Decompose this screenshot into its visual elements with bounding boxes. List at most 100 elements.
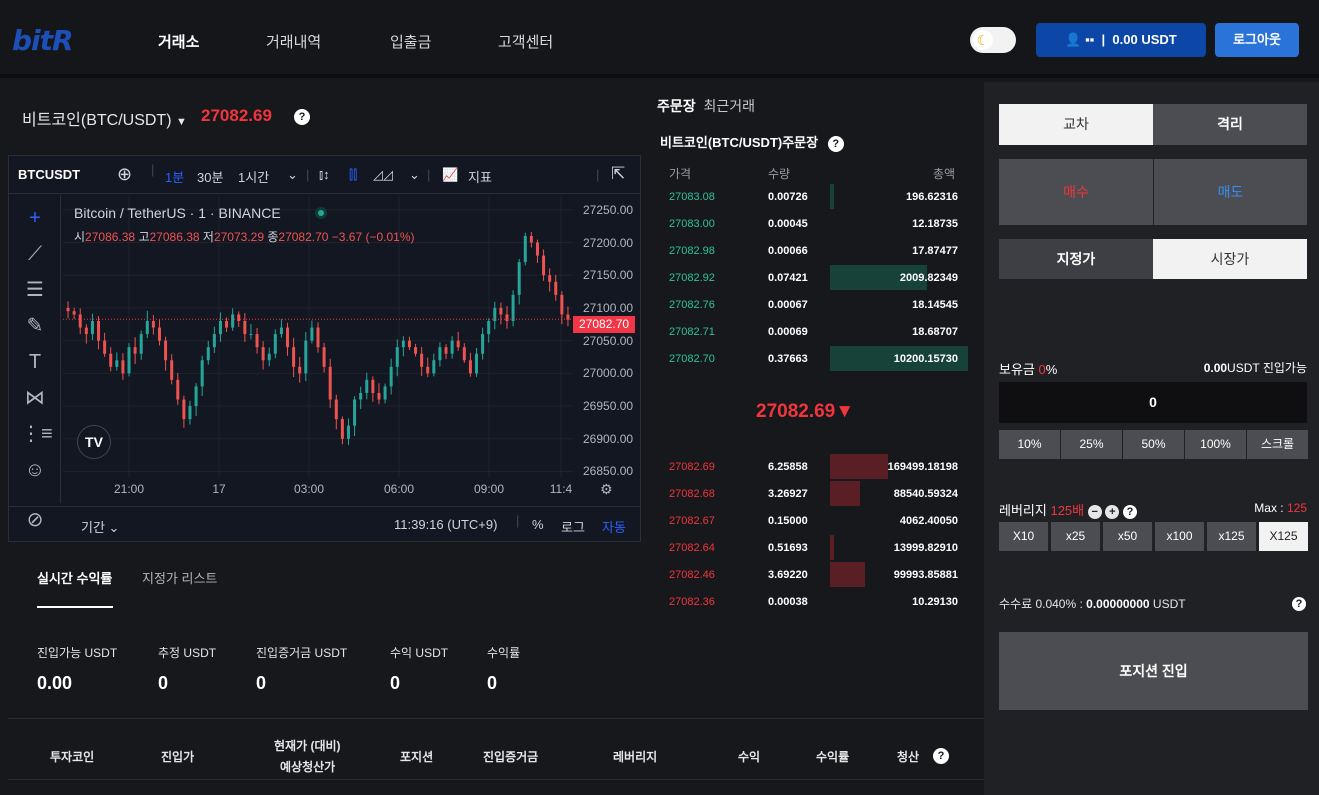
- sell-tab[interactable]: 매도: [1154, 159, 1307, 225]
- ask-price: 27082.71: [669, 326, 715, 338]
- chart-plot-area[interactable]: 21:00 17 03:00 06:00 09:00 11:4 Bitcoin / Tet…: [63, 195, 573, 503]
- margin-cross-button[interactable]: 교차: [999, 104, 1153, 145]
- auto-toggle[interactable]: 자동: [602, 517, 626, 536]
- candles-icon[interactable]: ⫿⫿: [349, 167, 357, 183]
- leverage-button[interactable]: x100: [1155, 522, 1204, 551]
- tab-limit-list[interactable]: 지정가 리스트: [142, 571, 217, 586]
- bar-chart-icon[interactable]: ⫾↕: [319, 167, 330, 183]
- account-button[interactable]: 👤 ▪▪ | 0.00 USDT: [1036, 23, 1206, 57]
- brush-icon[interactable]: ✎: [21, 313, 49, 339]
- pct-button[interactable]: 스크롤: [1247, 430, 1308, 459]
- ask-price: 27083.08: [669, 191, 715, 203]
- indicator-icon[interactable]: 📈: [442, 167, 458, 183]
- candle-body: [383, 386, 387, 400]
- ask-row[interactable]: 27082.92 0.07421 2009.82349: [660, 264, 968, 291]
- candle-body: [298, 366, 302, 374]
- chevron-down-icon[interactable]: ⌄: [287, 167, 298, 183]
- nav-exchange[interactable]: 거래소: [158, 31, 199, 52]
- leverage-button[interactable]: x50: [1103, 522, 1152, 551]
- tradingview-logo[interactable]: TV: [77, 425, 111, 459]
- candle-body: [450, 340, 454, 354]
- pct-button[interactable]: 25%: [1061, 430, 1122, 459]
- chart-symbol[interactable]: BTCUSDT: [18, 167, 80, 182]
- bid-price: 27082.36: [669, 596, 715, 608]
- percent-toggle[interactable]: %: [532, 517, 544, 532]
- tab-realtime-pnl[interactable]: 실시간 수익률: [37, 571, 112, 586]
- ask-row[interactable]: 27082.70 0.37663 10200.15730: [660, 345, 968, 372]
- help-icon[interactable]: ?: [827, 136, 844, 152]
- text-icon[interactable]: T: [21, 349, 49, 375]
- candle-body: [182, 399, 186, 420]
- pct-button[interactable]: 10%: [999, 430, 1060, 459]
- ask-row[interactable]: 27083.00 0.00045 12.18735: [660, 210, 968, 237]
- pct-button[interactable]: 50%: [1123, 430, 1184, 459]
- limit-order-tab[interactable]: 지정가: [999, 239, 1153, 279]
- leverage-button[interactable]: X10: [999, 522, 1048, 551]
- logout-button[interactable]: 로그아웃: [1215, 23, 1299, 57]
- help-icon[interactable]: ?: [933, 748, 949, 764]
- candle-body: [103, 340, 107, 354]
- help-icon[interactable]: ?: [1123, 504, 1137, 519]
- indicator-button[interactable]: 지표: [468, 167, 492, 186]
- help-icon[interactable]: ?: [1292, 597, 1306, 611]
- bid-row[interactable]: 27082.69 6.25858 169499.18198: [660, 453, 968, 480]
- logo[interactable]: bitR: [12, 24, 74, 57]
- range-selector[interactable]: 기간 ⌄: [81, 517, 119, 536]
- leverage-button[interactable]: X125: [1259, 522, 1308, 551]
- leverage-button[interactable]: x125: [1207, 522, 1256, 551]
- pattern-icon[interactable]: ⋈: [21, 385, 49, 411]
- candle-body: [426, 366, 430, 374]
- buy-tab[interactable]: 매수: [999, 159, 1153, 225]
- amount-input[interactable]: 0: [999, 382, 1307, 423]
- prediction-icon[interactable]: ⋮≡: [21, 421, 53, 447]
- ask-row[interactable]: 27083.08 0.00726 196.62316: [660, 183, 968, 210]
- bid-row[interactable]: 27082.36 0.00038 10.29130: [660, 588, 968, 615]
- add-symbol-icon[interactable]: ⊕: [117, 164, 132, 185]
- plus-icon[interactable]: +: [1105, 504, 1120, 519]
- candle-body: [438, 347, 442, 361]
- ask-row[interactable]: 27082.76 0.00067 18.14545: [660, 291, 968, 318]
- minus-icon[interactable]: −: [1087, 504, 1102, 519]
- trendline-icon[interactable]: ⟋: [21, 241, 49, 267]
- nav-customer-center[interactable]: 고객센터: [498, 31, 553, 52]
- ask-row[interactable]: 27082.71 0.00069 18.68707: [660, 318, 968, 345]
- candle-body: [359, 392, 363, 400]
- market-order-tab[interactable]: 시장가: [1153, 239, 1307, 279]
- interval-30m[interactable]: 30분: [197, 167, 223, 186]
- bid-row[interactable]: 27082.67 0.15000 4062.40050: [660, 507, 968, 534]
- fib-icon[interactable]: ☰: [21, 277, 49, 303]
- area-chart-icon[interactable]: ◿◿: [373, 167, 393, 183]
- nav-deposit-withdraw[interactable]: 입출금: [390, 31, 431, 52]
- margin-isolated-button[interactable]: 격리: [1153, 104, 1307, 145]
- settings-icon[interactable]: ⚙: [600, 481, 613, 498]
- bid-row[interactable]: 27082.68 3.26927 88540.59324: [660, 480, 968, 507]
- series-title: Bitcoin / TetherUS · 1 · BINANCE: [74, 205, 281, 221]
- crosshair-icon[interactable]: +: [21, 205, 49, 231]
- leverage-max: Max : 125: [1254, 501, 1307, 515]
- interval-1h[interactable]: 1시간: [238, 167, 269, 186]
- chevron-down-icon[interactable]: ⌄: [409, 167, 420, 183]
- th-position: 포지션: [400, 750, 434, 764]
- ask-price: 27082.92: [669, 272, 715, 284]
- y-axis[interactable]: 27250.00 27200.00 27150.00 27100.00 27050.00…: [573, 195, 640, 503]
- pct-button[interactable]: 100%: [1185, 430, 1246, 459]
- enter-position-button[interactable]: 포지션 진입: [999, 632, 1308, 710]
- tab-orderbook[interactable]: 주문장: [657, 98, 696, 114]
- fullscreen-icon[interactable]: ⇱: [611, 164, 625, 184]
- bid-row[interactable]: 27082.64 0.51693 13999.82910: [660, 534, 968, 561]
- candle-body: [310, 327, 314, 341]
- tab-recent-trades[interactable]: 최근거래: [704, 98, 756, 114]
- nav-trade-history[interactable]: 거래내역: [266, 31, 321, 52]
- bid-row[interactable]: 27082.46 3.69220 99993.85881: [660, 561, 968, 588]
- pair-selector[interactable]: 비트코인(BTC/USDT) ▼: [22, 106, 187, 130]
- emoji-icon[interactable]: ☺: [21, 457, 49, 483]
- help-icon[interactable]: ?: [294, 109, 310, 125]
- log-toggle[interactable]: 로그: [561, 517, 585, 536]
- interval-1m[interactable]: 1분: [165, 167, 184, 186]
- leverage-button[interactable]: x25: [1051, 522, 1100, 551]
- col-qty: 수량: [768, 167, 791, 181]
- bid-total: 88540.59324: [893, 488, 958, 500]
- theme-toggle[interactable]: ☾: [970, 27, 1016, 53]
- ask-row[interactable]: 27082.98 0.00066 17.87477: [660, 237, 968, 264]
- candle-body: [487, 321, 491, 335]
